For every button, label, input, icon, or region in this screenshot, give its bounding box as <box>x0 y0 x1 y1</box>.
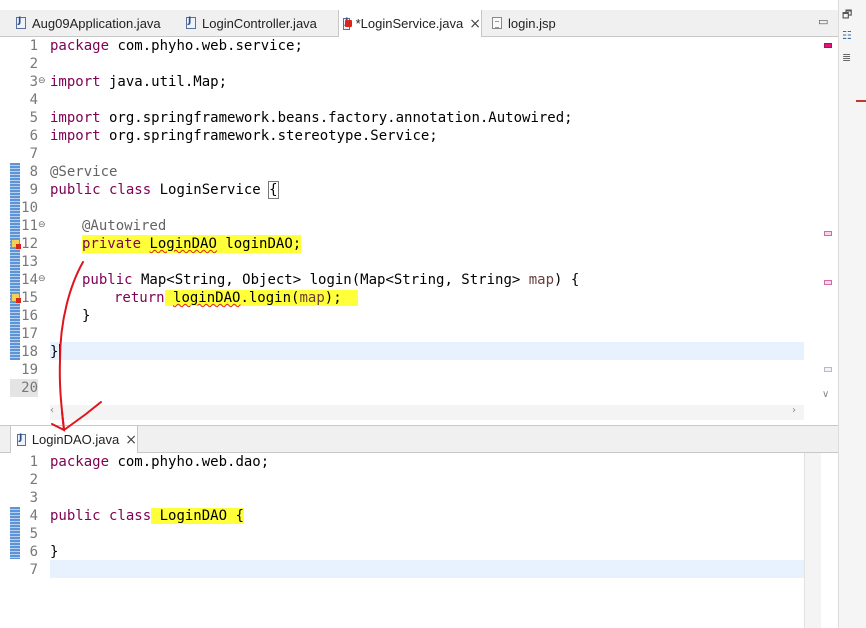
code-line: } <box>50 344 61 360</box>
line-number: 4 <box>29 508 38 524</box>
code-line: public class LoginService { <box>50 181 279 199</box>
tab-aug09application[interactable]: Aug09Application.java <box>16 10 161 36</box>
loginservice-editor[interactable]: 1 2 3 4 5 6 7 8 9 10 11 12 13 14 15 16 1… <box>10 37 838 421</box>
tab-logincontroller[interactable]: LoginController.java <box>186 10 317 36</box>
line-number: 1 <box>29 454 38 470</box>
tab-loginservice[interactable]: *LoginService.java × <box>338 10 482 37</box>
line-number: 19 <box>21 362 38 378</box>
line-number: 7 <box>29 562 38 578</box>
code-line: } <box>50 544 59 560</box>
scroll-down-arrow[interactable]: ∨ <box>822 389 829 400</box>
fold-icon[interactable]: ⊖ <box>38 220 46 230</box>
scroll-left-arrow[interactable]: ‹ <box>50 405 54 416</box>
fold-icon[interactable]: ⊖ <box>38 76 46 86</box>
scroll-right-arrow[interactable]: › <box>792 405 796 416</box>
warning-marker[interactable] <box>824 280 832 285</box>
code-line: public class LoginDAO { <box>50 508 244 524</box>
code-line: public Map<String, Object> login(Map<Str… <box>82 272 580 288</box>
line-number: 20 <box>10 379 38 397</box>
code-line: package com.phyho.web.service; <box>50 38 303 54</box>
vertical-scrollbar[interactable] <box>804 453 821 628</box>
fold-icon[interactable]: ⊖ <box>38 274 46 284</box>
line-number: 4 <box>29 92 38 108</box>
line-number: 14 <box>21 272 38 288</box>
code-line: package com.phyho.web.dao; <box>50 454 270 470</box>
line-number: 9 <box>29 182 38 198</box>
line-number: 12 <box>21 236 38 252</box>
code-line: @Autowired <box>82 218 167 234</box>
line-number: 2 <box>29 56 38 72</box>
tab-label: login.jsp <box>508 15 556 31</box>
side-marker <box>856 100 866 102</box>
task-list-icon[interactable]: ≣ <box>842 52 854 64</box>
tab-label: Aug09Application.java <box>32 15 161 31</box>
line-number: 3 <box>29 74 38 90</box>
line-number: 6 <box>29 544 38 560</box>
line-number: 3 <box>29 490 38 506</box>
bottom-tab-bar: LoginDAO.java × <box>0 426 838 453</box>
current-line-highlight <box>50 342 804 360</box>
logindao-editor[interactable]: 1 2 3 4 5 6 7 package com.phyho.web.dao;… <box>10 453 838 628</box>
error-icon <box>345 20 352 27</box>
code-line: @Service <box>50 164 118 180</box>
restore-icon[interactable]: 🗗 <box>842 9 854 21</box>
warning-marker[interactable] <box>824 231 832 236</box>
horizontal-scrollbar[interactable] <box>50 405 804 420</box>
side-toolbar <box>838 0 866 628</box>
java-file-icon <box>16 16 26 29</box>
jsp-file-icon <box>492 17 502 29</box>
code-line: } <box>82 308 91 324</box>
line-number: 5 <box>29 110 38 126</box>
line-number: 1 <box>29 38 38 54</box>
line-number: 13 <box>21 254 38 270</box>
error-marker[interactable] <box>824 43 832 48</box>
code-line: import java.util.Map; <box>50 74 228 90</box>
close-icon[interactable]: × <box>469 16 481 32</box>
search-marker[interactable] <box>824 367 832 372</box>
line-number: 5 <box>29 526 38 542</box>
tab-label: *LoginService.java <box>355 16 464 31</box>
line-number: 17 <box>21 326 38 342</box>
tab-logindao[interactable]: LoginDAO.java × <box>10 426 138 453</box>
line-number: 16 <box>21 308 38 324</box>
current-line-highlight <box>50 560 804 578</box>
tab-login-jsp[interactable]: login.jsp <box>492 10 556 36</box>
tab-label: LoginController.java <box>202 15 317 31</box>
tab-label: LoginDAO.java <box>31 432 120 447</box>
code-line: import org.springframework.beans.factory… <box>50 110 573 126</box>
java-file-icon <box>186 16 196 29</box>
line-number: 7 <box>29 146 38 162</box>
java-file-icon <box>17 433 26 446</box>
code-line: import org.springframework.stereotype.Se… <box>50 128 438 144</box>
line-number: 11 <box>21 218 38 234</box>
line-number: 15 <box>21 290 38 306</box>
code-line: return loginDAO.login(map); <box>114 289 359 307</box>
line-number: 2 <box>29 472 38 488</box>
line-number: 6 <box>29 128 38 144</box>
line-number: 10 <box>21 200 38 216</box>
close-icon[interactable]: × <box>125 432 137 448</box>
editor-tab-bar: Aug09Application.java LoginController.ja… <box>0 10 838 37</box>
code-line-highlighted: private LoginDAO loginDAO; <box>82 235 302 253</box>
line-number: 18 <box>21 344 38 360</box>
outline-icon[interactable]: ☷ <box>842 30 854 42</box>
minimize-icon[interactable]: ▭ <box>818 16 830 28</box>
line-number: 8 <box>29 164 38 180</box>
